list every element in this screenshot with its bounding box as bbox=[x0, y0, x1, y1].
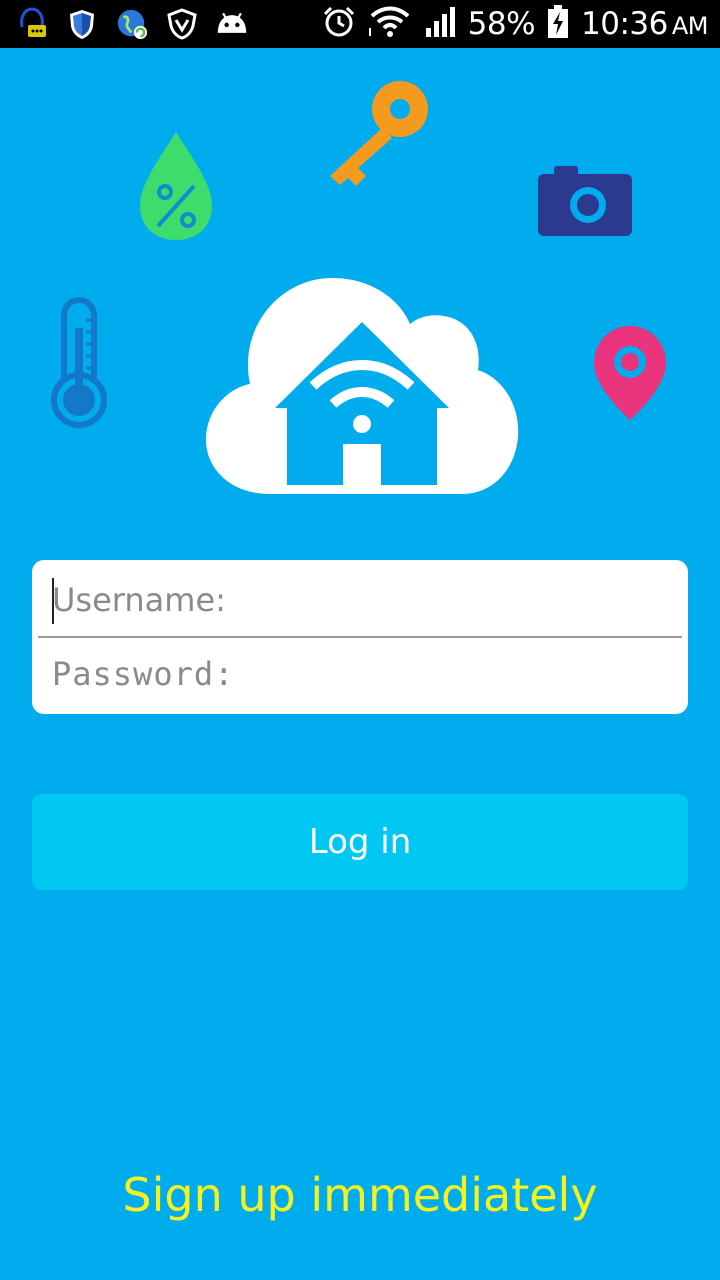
wifi-icon bbox=[368, 6, 412, 42]
status-bar: 58% 10:36 AM bbox=[0, 0, 720, 48]
shield-icon bbox=[66, 8, 98, 40]
password-input[interactable] bbox=[38, 638, 682, 710]
username-field-container bbox=[38, 564, 682, 638]
vpn-shield-icon bbox=[166, 8, 198, 40]
clock-ampm: AM bbox=[671, 12, 709, 40]
globe-sync-icon bbox=[116, 8, 148, 40]
camera-icon bbox=[538, 166, 632, 236]
humidity-drop-icon bbox=[140, 132, 212, 240]
signal-icon bbox=[424, 6, 456, 42]
login-form bbox=[32, 560, 688, 714]
key-icon bbox=[330, 81, 428, 186]
signup-link[interactable]: Sign up immediately bbox=[0, 1168, 720, 1222]
password-field-container bbox=[38, 638, 682, 710]
thermometer-icon bbox=[51, 297, 107, 428]
clock-time: 10:36 bbox=[581, 6, 668, 42]
assistant-chat-icon bbox=[16, 7, 48, 40]
clock: 10:36 AM bbox=[581, 6, 708, 42]
text-caret bbox=[52, 578, 54, 624]
username-input[interactable] bbox=[38, 564, 682, 636]
location-pin-icon bbox=[594, 326, 666, 420]
alarm-icon bbox=[322, 5, 356, 43]
battery-percent: 58% bbox=[467, 6, 536, 42]
battery-charging-icon bbox=[547, 5, 569, 43]
smart-home-illustration bbox=[0, 48, 720, 548]
cloud-home-wifi-icon bbox=[206, 278, 519, 494]
android-icon bbox=[216, 8, 248, 40]
login-button[interactable]: Log in bbox=[32, 794, 688, 890]
